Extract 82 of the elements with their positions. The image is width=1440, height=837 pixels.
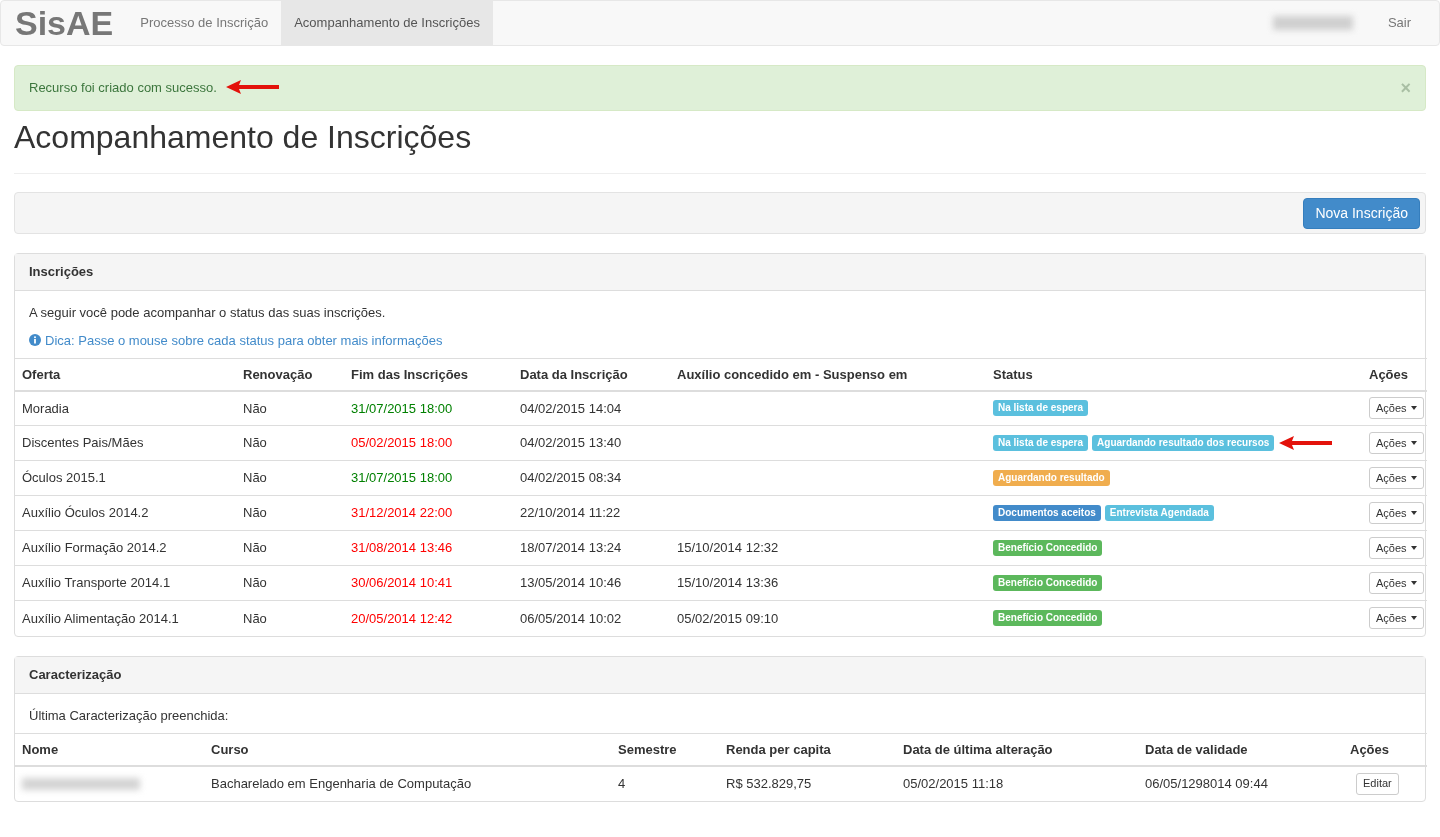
- table-cell: Auxílio Transporte 2014.1: [15, 565, 236, 601]
- table-cell: 13/05/2014 10:46: [513, 565, 670, 601]
- actions-dropdown-button[interactable]: Ações: [1369, 502, 1424, 524]
- column-header: Curso: [204, 733, 611, 766]
- table-cell: R$ 532.829,75: [719, 765, 896, 801]
- table-cell: Bacharelado em Engenharia de Computação: [204, 765, 611, 801]
- new-inscription-button[interactable]: Nova Inscrição: [1303, 197, 1420, 229]
- table-cell: 04/02/2015 08:34: [513, 460, 670, 496]
- nav-link[interactable]: Processo de Inscrição: [127, 1, 282, 45]
- logout-link[interactable]: Sair: [1372, 13, 1426, 33]
- table-cell: Auxílio Alimentação 2014.1: [15, 600, 236, 636]
- column-header: Data da Inscrição: [513, 358, 670, 391]
- column-header: Nome: [15, 733, 204, 766]
- status-label[interactable]: Benefício Concedido: [993, 540, 1103, 556]
- table-cell: 04/02/2015 14:04: [513, 390, 670, 426]
- table-cell: Não: [236, 565, 344, 601]
- table-cell: Não: [236, 600, 344, 636]
- table-cell: Discentes Pais/Mães: [15, 425, 236, 461]
- status-label[interactable]: Documentos aceitos: [993, 505, 1101, 521]
- table-cell: 05/02/2015 09:10: [670, 600, 986, 636]
- actions-dropdown-button[interactable]: Ações: [1369, 607, 1424, 630]
- status-label[interactable]: Benefício Concedido: [993, 610, 1103, 627]
- table-cell: 05/02/2015 18:00: [344, 425, 513, 461]
- page-title: Acompanhamento de Inscrições: [14, 118, 473, 157]
- column-header: Data de última alteração: [896, 733, 1138, 766]
- actions-dropdown-button[interactable]: Ações: [1369, 467, 1424, 489]
- table-cell: 06/05/1298014 09:44: [1138, 765, 1343, 801]
- caret-icon: [1410, 546, 1417, 550]
- table-cell: Auxílio Óculos 2014.2: [15, 495, 236, 531]
- table-cell: 22/10/2014 11:22: [513, 495, 670, 531]
- table-cell: 15/10/2014 12:32: [670, 530, 986, 566]
- actions-dropdown-button[interactable]: Ações: [1369, 432, 1424, 454]
- table-cell: 31/08/2014 13:46: [344, 530, 513, 566]
- table-cell: 18/07/2014 13:24: [513, 530, 670, 566]
- column-header: Auxílio concedido em - Suspenso em: [670, 358, 986, 391]
- table-cell: Não: [236, 530, 344, 566]
- table-cell: Não: [236, 460, 344, 496]
- column-header: Data de validade: [1138, 733, 1343, 766]
- table-cell: 15/10/2014 13:36: [670, 565, 986, 601]
- column-header: Semestre: [611, 733, 719, 766]
- actions-dropdown-button[interactable]: Ações: [1369, 537, 1424, 559]
- caret-icon: [1410, 476, 1417, 480]
- panel-title: Caracterização: [29, 665, 122, 684]
- table-cell: 31/12/2014 22:00: [344, 495, 513, 531]
- intro-text: Última Caracterização preenchida:: [29, 706, 230, 725]
- alert-message: Recurso foi criado com sucesso.: [29, 79, 217, 98]
- table-cell: 30/06/2014 10:41: [344, 565, 513, 601]
- table-cell: 06/05/2014 10:02: [513, 600, 670, 636]
- table-cell: Não: [236, 495, 344, 531]
- table-cell: 04/02/2015 13:40: [513, 425, 670, 461]
- table-cell: 4: [611, 765, 719, 801]
- column-header: Status: [986, 358, 1362, 391]
- caret-icon: [1410, 581, 1417, 585]
- table-cell: Moradia: [15, 390, 236, 426]
- table-cell: Auxílio Formação 2014.2: [15, 530, 236, 566]
- edit-button[interactable]: Editar: [1356, 772, 1399, 795]
- caret-icon: [1410, 511, 1417, 515]
- column-header: Oferta: [15, 358, 236, 391]
- panel-title: Inscrições: [29, 263, 94, 282]
- info-icon: [29, 334, 41, 347]
- intro-text: A seguir você pode acompanhar o status das suas inscrições.: [29, 304, 387, 322]
- table-cell: 31/07/2015 18:00: [344, 460, 513, 496]
- table-cell: 05/02/2015 11:18: [896, 765, 1138, 801]
- column-header: Fim das Inscrições: [344, 358, 513, 391]
- actions-dropdown-button[interactable]: Ações: [1369, 572, 1424, 594]
- table-cell: 20/05/2014 12:42: [344, 600, 513, 636]
- column-header: Renovação: [236, 358, 344, 391]
- nav-link[interactable]: Acompanhamento de Inscrições: [281, 1, 493, 45]
- caret-icon: [1410, 406, 1417, 411]
- column-header: Ações: [1343, 733, 1427, 766]
- caret-icon: [1410, 441, 1417, 445]
- brand-logo[interactable]: SisAE: [1, 6, 128, 40]
- actions-dropdown-button[interactable]: Ações: [1369, 397, 1424, 420]
- table-cell: Não: [236, 425, 344, 461]
- table-cell: 31/07/2015 18:00: [344, 390, 513, 426]
- caret-icon: [1410, 616, 1417, 621]
- column-header: Renda per capita: [719, 733, 896, 766]
- status-label[interactable]: Benefício Concedido: [993, 575, 1103, 591]
- tip-text: Dica: Passe o mouse sobre cada status para obter mais informações: [45, 331, 443, 350]
- column-header: Ações: [1362, 358, 1427, 391]
- table-cell: Óculos 2015.1: [15, 460, 236, 496]
- table-cell: Não: [236, 390, 344, 426]
